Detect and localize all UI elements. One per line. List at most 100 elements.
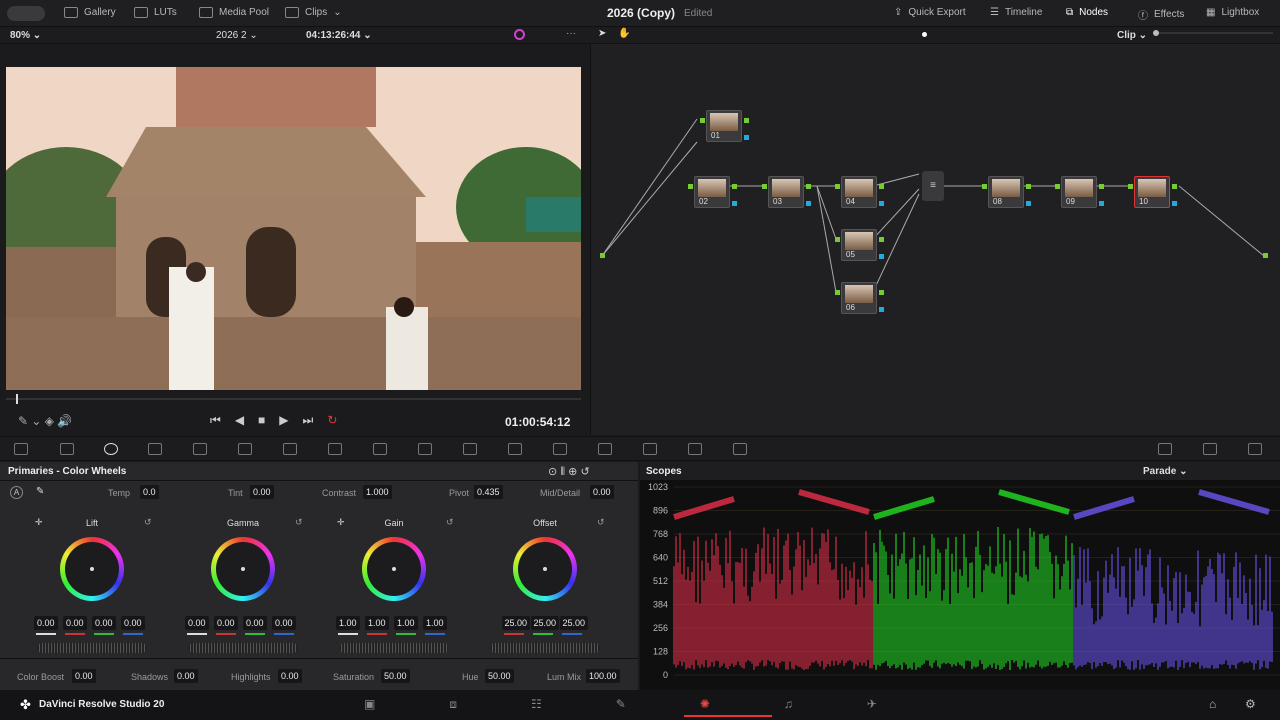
color-wheel[interactable]	[513, 537, 577, 601]
palette-tool-icon[interactable]	[733, 443, 747, 455]
media-pool-button[interactable]: Media Pool	[199, 7, 269, 18]
master-wheel-jog[interactable]	[339, 643, 449, 653]
wheel-value-field[interactable]: 1.00	[365, 616, 389, 630]
loop-icon[interactable]: ↻	[327, 413, 337, 428]
palette-tool-icon[interactable]	[1203, 443, 1217, 455]
hl-field[interactable]: 0.00	[278, 669, 302, 683]
palette-tool-icon[interactable]	[688, 443, 702, 455]
pivot-field[interactable]: 0.435	[474, 485, 503, 499]
lightbox-button[interactable]: ▦ Lightbox	[1206, 7, 1259, 18]
palette-tool-icon[interactable]	[238, 443, 252, 455]
palette-tool-icon[interactable]	[508, 443, 522, 455]
play-icon[interactable]: ▶	[279, 413, 288, 428]
reset-icon[interactable]: ↺	[446, 517, 454, 528]
palette-tool-icon[interactable]	[193, 443, 207, 455]
palette-tool-icon[interactable]	[1158, 443, 1172, 455]
zoom-select[interactable]: 80% ⌄	[10, 30, 41, 41]
palette-tool-icon[interactable]	[328, 443, 342, 455]
palette-tool-icon[interactable]	[463, 443, 477, 455]
palette-tool-icon[interactable]	[148, 443, 162, 455]
cb-field[interactable]: 0.00	[72, 669, 96, 683]
nodes-button[interactable]: ⧉ Nodes	[1066, 7, 1108, 18]
layer-mixer-node[interactable]: ≡	[922, 171, 944, 201]
palette-tool-icon[interactable]	[1248, 443, 1262, 455]
luts-button[interactable]: LUTs	[134, 7, 177, 18]
media-page-icon[interactable]: ▣	[364, 697, 375, 712]
wheel-value-field[interactable]: 0.00	[185, 616, 209, 630]
color-node[interactable]: 01	[706, 110, 742, 142]
crosshair-icon[interactable]: ✛	[35, 517, 43, 528]
color-node[interactable]: 10	[1134, 176, 1170, 208]
fusion-page-icon[interactable]: ✎	[616, 697, 626, 712]
tint-field[interactable]: 0.00	[250, 485, 274, 499]
wheel-value-field[interactable]: 0.00	[34, 616, 58, 630]
wheel-value-field[interactable]: 0.00	[63, 616, 87, 630]
hue-field[interactable]: 50.00	[485, 669, 514, 683]
edit-page-icon[interactable]: ☷	[531, 697, 542, 712]
reset-icon[interactable]: ↺	[144, 517, 152, 528]
wheel-value-field[interactable]: 25.00	[530, 616, 560, 630]
master-wheel-jog[interactable]	[37, 643, 147, 653]
play-reverse-icon[interactable]: ◀	[235, 413, 244, 428]
color-node[interactable]: 03	[768, 176, 804, 208]
color-node[interactable]: 09	[1061, 176, 1097, 208]
wheel-value-field[interactable]: 0.00	[214, 616, 238, 630]
master-wheel-jog[interactable]	[188, 643, 298, 653]
color-node[interactable]: 08	[988, 176, 1024, 208]
contrast-field[interactable]: 1.000	[363, 485, 392, 499]
color-wheel[interactable]	[362, 537, 426, 601]
mid-field[interactable]: 0.00	[590, 485, 614, 499]
audio-volume-icon[interactable]: ✎ ⌄ ◈ 🔊	[18, 414, 72, 428]
more-options-icon[interactable]: ···	[566, 28, 576, 39]
color-icon[interactable]	[514, 29, 525, 40]
wheels-mode-icon[interactable]: ⊙ ⦀ ⊕ ↺	[548, 465, 590, 479]
sat-field[interactable]: 50.00	[381, 669, 410, 683]
clip-mode-select[interactable]: Clip ⌄	[1117, 30, 1147, 41]
master-wheel-jog[interactable]	[490, 643, 600, 653]
sh-field[interactable]: 0.00	[174, 669, 198, 683]
skip-start-icon[interactable]: ⏮	[210, 413, 221, 428]
effects-button[interactable]: ⓕ Effects	[1138, 7, 1184, 22]
palette-tool-icon[interactable]	[553, 443, 567, 455]
wheel-value-field[interactable]: 1.00	[423, 616, 447, 630]
lm-field[interactable]: 100.00	[586, 669, 620, 683]
scope-mode-select[interactable]: Parade ⌄	[1143, 466, 1188, 477]
wheel-value-field[interactable]: 0.00	[272, 616, 296, 630]
reset-icon[interactable]: ↺	[597, 517, 605, 528]
settings-gear-icon[interactable]: ⚙	[1245, 697, 1256, 711]
home-icon[interactable]: ⌂	[1209, 697, 1216, 711]
gallery-button[interactable]: Gallery	[64, 7, 116, 18]
color-wheel[interactable]	[211, 537, 275, 601]
hand-tool-icon[interactable]: ✋	[618, 28, 630, 39]
picker-icon[interactable]: ✎	[36, 486, 44, 497]
color-node[interactable]: 04	[841, 176, 877, 208]
auto-balance-button[interactable]: A	[10, 486, 23, 499]
input-port[interactable]	[600, 253, 605, 258]
palette-tool-icon[interactable]	[283, 443, 297, 455]
color-node[interactable]: 06	[841, 282, 877, 314]
output-port[interactable]	[1263, 253, 1268, 258]
reset-icon[interactable]: ↺	[295, 517, 303, 528]
color-node[interactable]: 02	[694, 176, 730, 208]
cut-page-icon[interactable]: ⧈	[449, 697, 457, 712]
color-page-icon[interactable]: ✺	[700, 697, 710, 712]
temp-field[interactable]: 0.0	[140, 485, 159, 499]
panel-toggle-button[interactable]	[7, 6, 45, 21]
wheel-value-field[interactable]: 25.00	[559, 616, 589, 630]
scrubber-bar[interactable]	[6, 394, 581, 404]
wheel-value-field[interactable]: 25.00	[501, 616, 531, 630]
node-zoom-slider[interactable]	[1153, 30, 1273, 36]
palette-tool-icon[interactable]	[104, 443, 118, 455]
clips-button[interactable]: Clips ⌄	[285, 7, 342, 18]
palette-tool-icon[interactable]	[14, 443, 28, 455]
node-editor[interactable]: ≡	[590, 44, 1280, 435]
stop-icon[interactable]: ■	[258, 413, 265, 428]
pointer-tool-icon[interactable]: ➤	[598, 28, 606, 39]
timeline-button[interactable]: ☰ Timeline	[990, 7, 1042, 18]
timecode-select[interactable]: 04:13:26:44 ⌄	[306, 30, 372, 41]
color-wheel[interactable]	[60, 537, 124, 601]
skip-end-icon[interactable]: ⏭	[303, 413, 314, 428]
wheel-value-field[interactable]: 0.00	[243, 616, 267, 630]
palette-tool-icon[interactable]	[373, 443, 387, 455]
wheel-value-field[interactable]: 1.00	[394, 616, 418, 630]
